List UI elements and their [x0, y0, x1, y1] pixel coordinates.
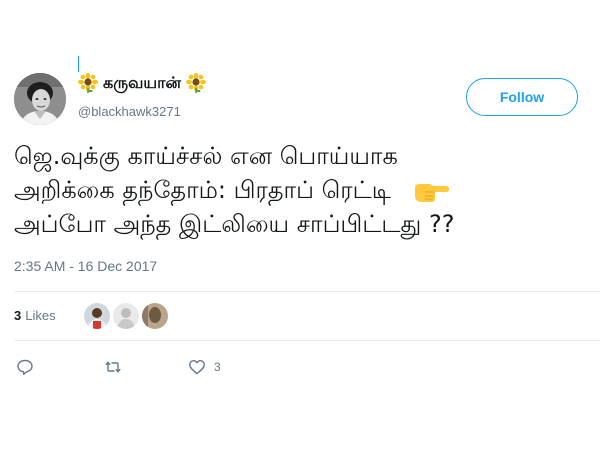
- display-name-text: கருவயான்: [103, 73, 181, 92]
- tweet-timestamp[interactable]: 2:35 AM - 16 Dec 2017: [14, 258, 157, 274]
- reply-button[interactable]: [16, 358, 42, 376]
- sunflower-icon: [78, 73, 98, 93]
- avatar[interactable]: [14, 73, 66, 125]
- liker-avatars: [84, 303, 168, 329]
- like-button[interactable]: 3: [188, 358, 221, 376]
- backhand-pointing-right-icon: [414, 184, 449, 202]
- liker-avatar[interactable]: [113, 303, 139, 329]
- author-handle[interactable]: @blackhawk3271: [78, 104, 181, 119]
- likes-count: 3: [14, 308, 22, 323]
- liker-avatar[interactable]: [142, 303, 168, 329]
- heart-icon: [189, 360, 205, 375]
- reply-icon: [17, 359, 33, 375]
- divider: [14, 340, 600, 341]
- author-display-name[interactable]: கருவயான்: [78, 72, 206, 94]
- liker-avatar[interactable]: [84, 303, 110, 329]
- sunflower-icon: [185, 73, 206, 93]
- tweet-text: ஜெ.வுக்கு காய்ச்சல் என பொய்யாக அறிக்கை த…: [14, 139, 600, 241]
- likes-label: Likes: [25, 308, 56, 323]
- avatar-photo: [14, 73, 66, 125]
- text-cursor: [78, 56, 79, 72]
- retweet-button[interactable]: [104, 358, 130, 376]
- like-count: 3: [214, 360, 221, 374]
- tweet-text-line: அறிக்கை தந்தோம்: பிரதாப் ரெட்டி: [14, 176, 391, 204]
- tweet-text-line: ஜெ.வுக்கு காய்ச்சல் என பொய்யாக: [14, 142, 398, 170]
- retweet-icon: [105, 361, 121, 373]
- tweet-text-line-with-emoji: அறிக்கை தந்தோம்: பிரதாப் ரெட்டி: [14, 173, 600, 207]
- follow-button[interactable]: Follow: [466, 78, 578, 116]
- tweet-text-line: அப்போ அந்த இட்லியை சாப்பிட்டது ??: [14, 210, 455, 238]
- divider: [14, 291, 600, 292]
- likes-summary[interactable]: 3 Likes: [14, 308, 56, 323]
